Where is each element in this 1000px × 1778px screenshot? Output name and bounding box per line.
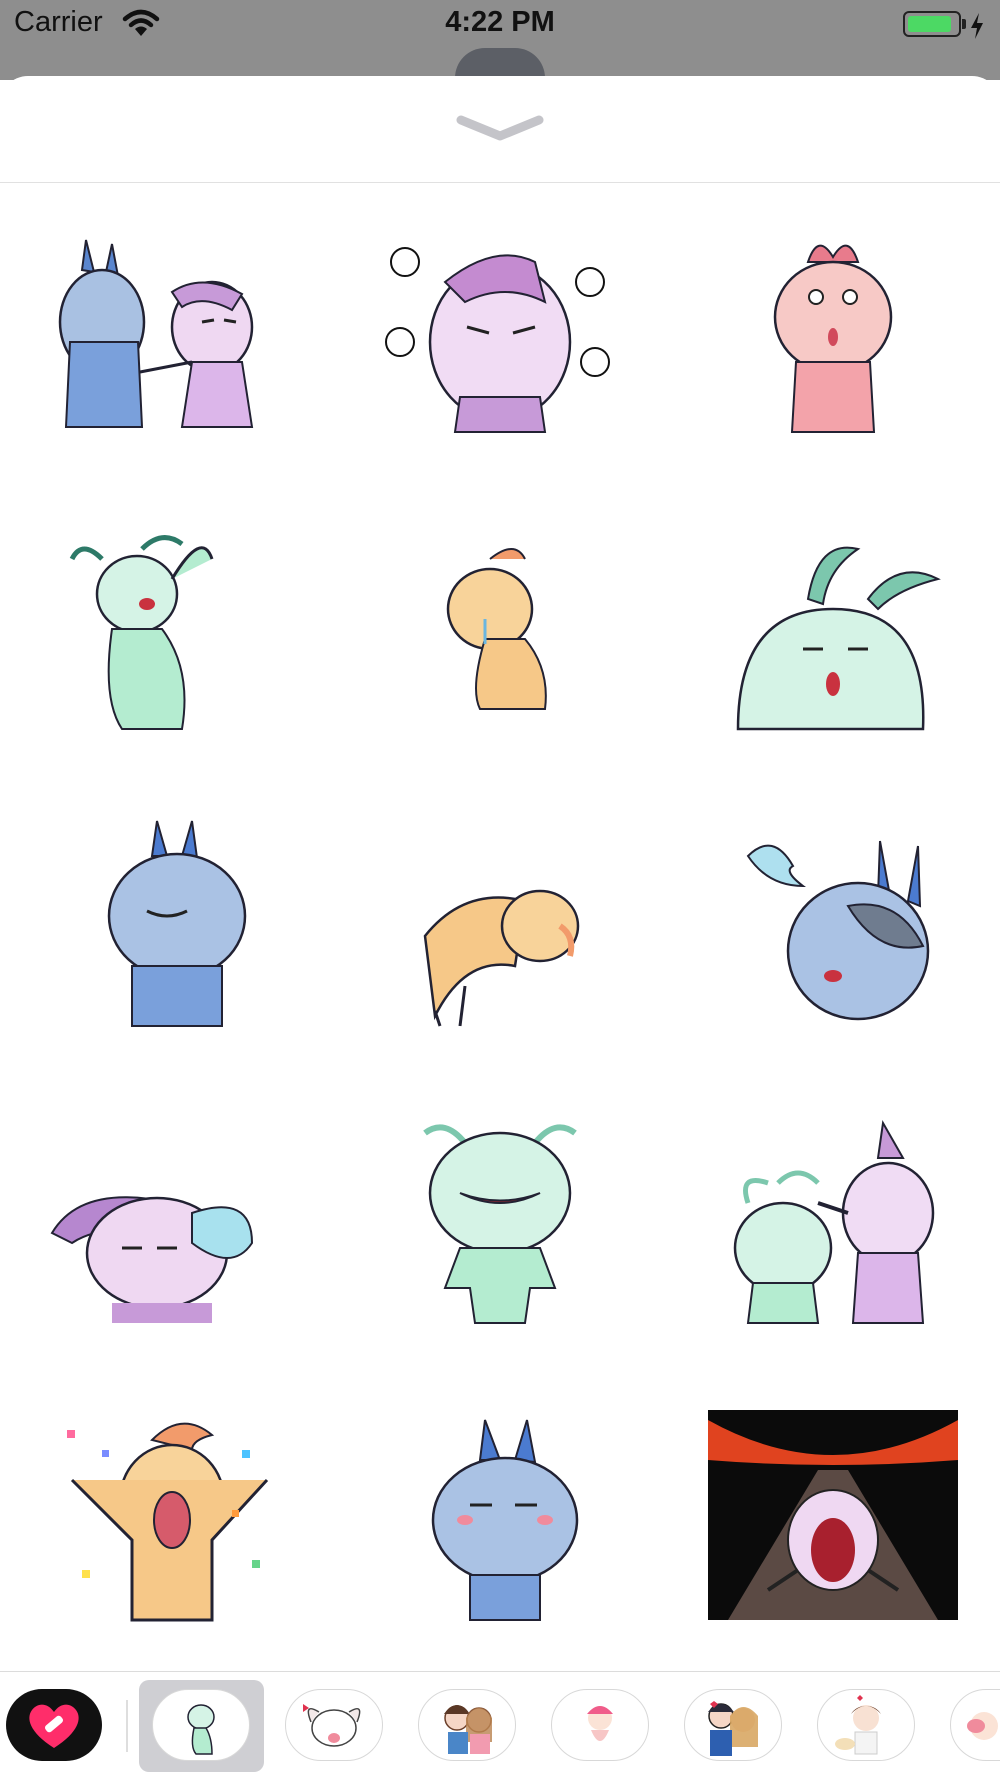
white-bunny-app-icon	[303, 1704, 361, 1747]
chevron-down-icon[interactable]	[455, 112, 545, 146]
charging-bolt-icon	[971, 13, 983, 39]
app-partial-stickers[interactable]	[950, 1689, 1000, 1761]
sticker-image	[446, 547, 547, 710]
sticker-image	[773, 244, 892, 433]
sticker-12[interactable]	[0, 1371, 333, 1668]
sticker-9[interactable]	[0, 1074, 333, 1371]
status-time: 4:22 PM	[445, 6, 555, 38]
pink-hat-baby-app-icon	[587, 1706, 613, 1741]
sticker-image	[58, 239, 253, 428]
sticker-8[interactable]	[666, 777, 999, 1074]
bunny-app-icon	[187, 1704, 215, 1755]
sticker-image	[50, 1195, 253, 1323]
sticker-image	[384, 246, 610, 433]
sticker-image	[69, 534, 213, 730]
sticker-0[interactable]	[0, 183, 333, 480]
heart-app-button[interactable]	[6, 1689, 102, 1761]
chef-girl-app-icon	[835, 1695, 881, 1755]
sticker-1[interactable]	[333, 183, 666, 480]
battery-nub	[962, 19, 966, 29]
sticker-7[interactable]	[333, 777, 666, 1074]
tray-separator	[126, 1700, 128, 1752]
sticker-image	[746, 840, 929, 1020]
app-tray	[0, 1672, 1000, 1778]
app-white-bunny-stickers[interactable]	[285, 1689, 383, 1761]
sticker-image	[707, 1409, 958, 1620]
battery-icon	[903, 11, 961, 37]
sticker-image	[66, 1422, 268, 1621]
sticker-13[interactable]	[333, 1371, 666, 1668]
sticker-4[interactable]	[333, 480, 666, 777]
sticker-image	[423, 889, 579, 1026]
sticker-image	[422, 1123, 577, 1324]
sticker-6[interactable]	[0, 777, 333, 1074]
app-kissing-couple-stickers[interactable]	[684, 1689, 782, 1761]
app-couple-stickers[interactable]	[418, 1689, 516, 1761]
sticker-3[interactable]	[0, 480, 333, 777]
sticker-14[interactable]	[666, 1371, 999, 1668]
app-bunny-stickers[interactable]	[152, 1689, 250, 1761]
app-chef-girl-stickers[interactable]	[817, 1689, 915, 1761]
kissing-couple-app-icon	[708, 1701, 758, 1756]
sticker-image	[736, 546, 941, 730]
sticker-image	[107, 820, 246, 1027]
sticker-image	[733, 1119, 934, 1324]
sticker-image	[431, 1419, 578, 1621]
sticker-2[interactable]	[666, 183, 999, 480]
battery-level	[908, 16, 951, 32]
sticker-10[interactable]	[333, 1074, 666, 1371]
app-pink-hat-baby-stickers[interactable]	[551, 1689, 649, 1761]
couple-app-icon	[444, 1705, 492, 1754]
sticker-grid	[0, 183, 1000, 1670]
heart-icon	[29, 1704, 79, 1748]
sticker-5[interactable]	[666, 480, 999, 777]
partial-app-icon	[967, 1712, 998, 1740]
sticker-11[interactable]	[666, 1074, 999, 1371]
